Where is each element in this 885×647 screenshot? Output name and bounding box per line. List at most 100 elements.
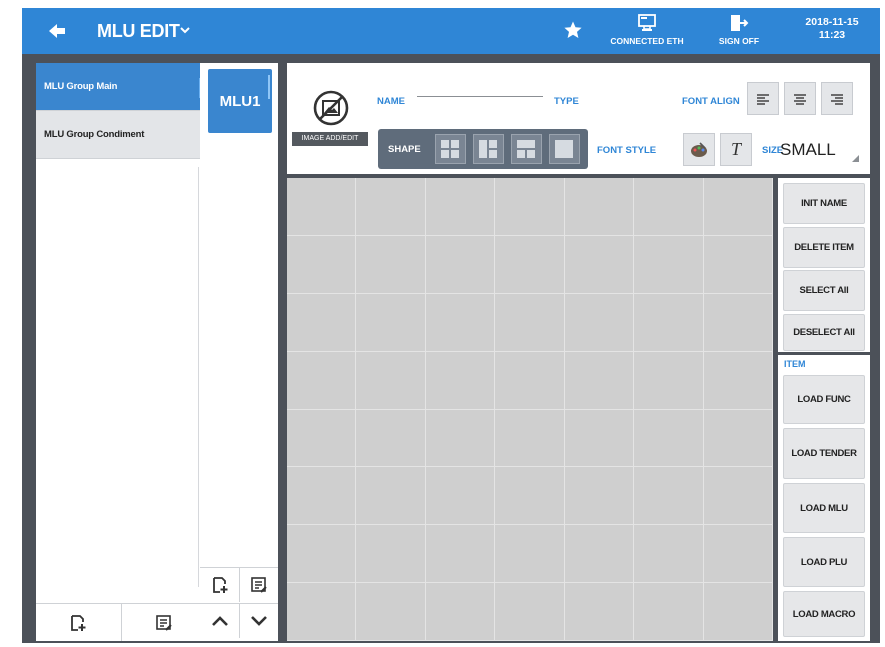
- shape-vertical-icon: [479, 140, 497, 158]
- grid-cell[interactable]: [564, 583, 635, 641]
- grid-cell[interactable]: [703, 293, 773, 352]
- shape-horizontal-button[interactable]: [511, 134, 542, 164]
- list-scrollbar[interactable]: [198, 167, 199, 587]
- grid-cell[interactable]: [564, 525, 635, 584]
- shape-selector: SHAPE: [378, 129, 588, 169]
- grid-cell[interactable]: [634, 178, 704, 236]
- load-func-button[interactable]: LOAD FUNC: [783, 375, 865, 424]
- tab-mlu1[interactable]: MLU1: [208, 69, 272, 133]
- shape-quad-button[interactable]: [435, 134, 466, 164]
- sign-off-icon: [731, 15, 749, 31]
- move-down-button[interactable]: [239, 603, 278, 638]
- time-text: 11:23: [818, 29, 846, 41]
- grid-cell[interactable]: [356, 235, 426, 294]
- add-mlu-button[interactable]: [200, 567, 239, 602]
- grid-cell[interactable]: [703, 525, 773, 584]
- image-add-edit-button[interactable]: IMAGE ADD/EDIT: [292, 89, 368, 149]
- deselect-all-button[interactable]: DESELECT All: [783, 314, 865, 351]
- grid-cell[interactable]: [356, 583, 426, 641]
- group-item-condiment[interactable]: MLU Group Condiment: [36, 111, 206, 159]
- grid-cell[interactable]: [564, 293, 635, 352]
- grid-cell[interactable]: [356, 409, 426, 468]
- align-center-button[interactable]: [784, 82, 816, 115]
- grid-cell[interactable]: [703, 235, 773, 294]
- grid-cell[interactable]: [356, 351, 426, 410]
- app-window: MLU EDIT CONNECTED ETH SIGN OFF 2018-11-…: [22, 8, 880, 643]
- grid-cell[interactable]: [495, 525, 565, 584]
- load-plu-button[interactable]: LOAD PLU: [783, 537, 865, 587]
- grid-cell[interactable]: [495, 351, 565, 410]
- grid-cell[interactable]: [287, 235, 357, 294]
- back-arrow-icon[interactable]: [44, 21, 70, 41]
- grid-cell[interactable]: [634, 293, 704, 352]
- grid-cell[interactable]: [703, 178, 773, 236]
- grid-cell[interactable]: [564, 178, 635, 236]
- select-all-button[interactable]: SELECT All: [783, 270, 865, 311]
- load-macro-button[interactable]: LOAD MACRO: [783, 591, 865, 637]
- delete-item-button[interactable]: DELETE ITEM: [783, 227, 865, 268]
- grid-cell[interactable]: [495, 178, 565, 236]
- grid-cell[interactable]: [425, 467, 496, 526]
- shape-full-button[interactable]: [549, 134, 580, 164]
- align-right-button[interactable]: [821, 82, 853, 115]
- grid-cell[interactable]: [425, 293, 496, 352]
- grid-cell[interactable]: [425, 525, 496, 584]
- page-title[interactable]: MLU EDIT: [97, 21, 180, 42]
- grid-cell[interactable]: [703, 583, 773, 641]
- grid-cell[interactable]: [425, 583, 496, 641]
- grid-cell[interactable]: [703, 467, 773, 526]
- move-up-button[interactable]: [200, 603, 239, 638]
- name-input[interactable]: [417, 96, 543, 97]
- grid-cell[interactable]: [287, 467, 357, 526]
- font-style-button[interactable]: T: [720, 133, 752, 166]
- grid-cell[interactable]: [634, 525, 704, 584]
- grid-cell[interactable]: [564, 409, 635, 468]
- grid-cell[interactable]: [425, 178, 496, 236]
- load-tender-button[interactable]: LOAD TENDER: [783, 428, 865, 479]
- grid-cell[interactable]: [564, 351, 635, 410]
- grid-cell[interactable]: [287, 525, 357, 584]
- star-icon[interactable]: [563, 20, 583, 40]
- edit-mlu-button[interactable]: [239, 567, 278, 602]
- grid-cell[interactable]: [634, 467, 704, 526]
- grid-cell[interactable]: [495, 467, 565, 526]
- grid-cell[interactable]: [634, 235, 704, 294]
- grid-cell[interactable]: [703, 351, 773, 410]
- type-label: TYPE: [554, 96, 579, 107]
- chevron-down-icon[interactable]: [178, 23, 192, 37]
- grid-cell[interactable]: [495, 235, 565, 294]
- grid-cell[interactable]: [634, 409, 704, 468]
- edit-group-button[interactable]: [120, 604, 207, 641]
- grid-cell[interactable]: [564, 467, 635, 526]
- top-bar: MLU EDIT CONNECTED ETH SIGN OFF 2018-11-…: [22, 8, 880, 54]
- grid-cell[interactable]: [287, 583, 357, 641]
- grid-cell[interactable]: [287, 293, 357, 352]
- init-name-button[interactable]: INIT NAME: [783, 183, 865, 224]
- grid-cell[interactable]: [356, 178, 426, 236]
- grid-cell[interactable]: [425, 235, 496, 294]
- load-mlu-button[interactable]: LOAD MLU: [783, 483, 865, 533]
- size-select[interactable]: SMALL: [776, 135, 862, 165]
- grid-cell[interactable]: [287, 178, 357, 236]
- align-left-button[interactable]: [747, 82, 779, 115]
- grid-cell[interactable]: [287, 351, 357, 410]
- grid-cell[interactable]: [287, 409, 357, 468]
- shape-vertical-button[interactable]: [473, 134, 504, 164]
- grid-cell[interactable]: [495, 293, 565, 352]
- sign-off-button[interactable]: SIGN OFF: [712, 14, 766, 46]
- grid-cell[interactable]: [495, 409, 565, 468]
- grid-cell[interactable]: [356, 525, 426, 584]
- grid-cell[interactable]: [356, 293, 426, 352]
- grid-cell[interactable]: [634, 351, 704, 410]
- grid-cell[interactable]: [425, 409, 496, 468]
- grid-cell[interactable]: [425, 351, 496, 410]
- grid-cell[interactable]: [564, 235, 635, 294]
- font-color-button[interactable]: [683, 133, 715, 166]
- grid-cell[interactable]: [703, 409, 773, 468]
- grid-cell[interactable]: [634, 583, 704, 641]
- group-item-main[interactable]: MLU Group Main: [36, 63, 206, 111]
- grid-cell[interactable]: [356, 467, 426, 526]
- grid-cell[interactable]: [495, 583, 565, 641]
- key-grid: [287, 178, 773, 641]
- add-group-button[interactable]: [36, 604, 121, 641]
